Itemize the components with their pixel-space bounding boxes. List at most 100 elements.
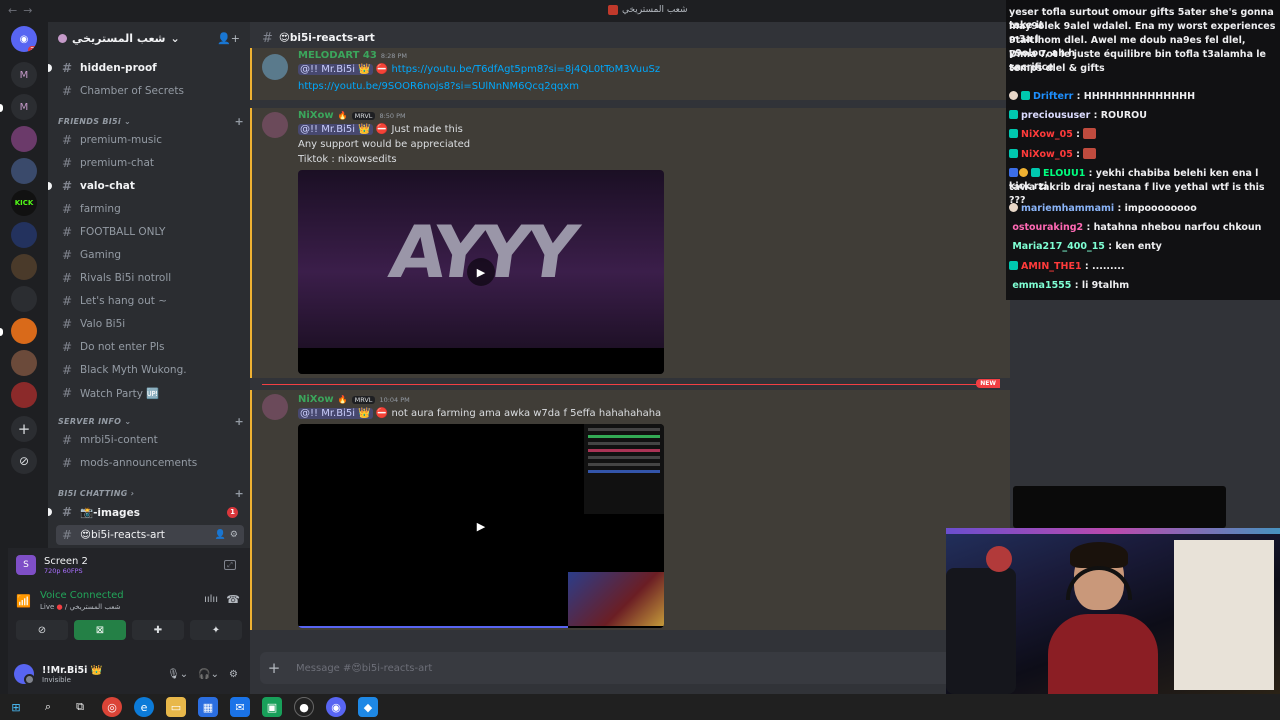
webcam-feed	[946, 528, 1280, 694]
hash-icon: #	[62, 84, 73, 98]
channel-hang-out[interactable]: # Let's hang out ~	[56, 291, 244, 311]
avatar[interactable]	[262, 54, 288, 80]
channel-premium-chat[interactable]: # premium-chat	[56, 153, 244, 173]
channel-do-not-enter[interactable]: # Do not enter Pls	[56, 337, 244, 357]
kick-server-icon[interactable]: KICK	[11, 190, 37, 216]
home-discord-icon[interactable]: ◉ 33	[11, 26, 37, 52]
popout-icon[interactable]: ⤢	[224, 560, 236, 570]
channel-black-myth[interactable]: # Black Myth Wukong.	[56, 360, 244, 380]
soundboard-button[interactable]: ✦	[190, 620, 242, 640]
channel-hidden-proof[interactable]: # hidden-proof	[48, 58, 244, 78]
app-icon[interactable]: ▣	[262, 697, 282, 717]
server-m2-icon[interactable]: M	[11, 94, 37, 120]
app-2-icon[interactable]: ◆	[358, 697, 378, 717]
server-tag[interactable]: MRVL	[351, 111, 376, 120]
play-icon[interactable]: ▶	[467, 258, 495, 286]
search-icon[interactable]: ⌕	[38, 697, 58, 717]
windows-start-icon[interactable]: ⊞	[6, 697, 26, 717]
chat-line: temps dlel & gifts	[1009, 63, 1105, 74]
video-embed[interactable]: AYYY ▶	[298, 170, 664, 374]
channel-watch-party[interactable]: # Watch Party 🆙	[56, 383, 244, 403]
server-avatar-8[interactable]: 1	[11, 382, 37, 408]
history-arrows[interactable]: ←→	[8, 4, 38, 17]
category-chatting[interactable]: BI5I CHATTING › +	[58, 486, 244, 500]
channel-images[interactable]: # 📸-images 1	[48, 502, 244, 522]
add-channel-icon[interactable]: +	[234, 487, 244, 500]
edge-icon[interactable]: e	[134, 697, 154, 717]
invite-icon[interactable]: 👤	[215, 530, 226, 540]
channel-valo-bi5i[interactable]: # Valo Bi5i	[56, 314, 244, 334]
category-server-info[interactable]: SERVER INFO ⌄ +	[58, 414, 244, 428]
server-tag[interactable]: MRVL	[351, 395, 376, 404]
avatar[interactable]	[262, 394, 288, 420]
server-avatar-6[interactable]	[11, 318, 37, 344]
voice-status[interactable]: Voice Connected	[40, 590, 124, 601]
server-avatar-2[interactable]	[11, 158, 37, 184]
channel-football-only[interactable]: # FOOTBALL ONLY	[56, 222, 244, 242]
file-explorer-icon[interactable]: ▭	[166, 697, 186, 717]
microphone-icon[interactable]: 🎙⌄	[167, 669, 188, 680]
author-name[interactable]: MELODART 43	[298, 50, 377, 61]
add-attachment-icon[interactable]: +	[260, 659, 288, 677]
channel-chamber-of-secrets[interactable]: # Chamber of Secrets	[56, 81, 244, 101]
video-progress[interactable]	[298, 626, 568, 628]
store-icon[interactable]: ▦	[198, 697, 218, 717]
avatar[interactable]	[14, 664, 35, 685]
channel-bi5i-reacts-art[interactable]: # 😍bi5i-reacts-art 👤 ⚙	[56, 525, 244, 545]
taskbar: ⊞ ⌕ ⧉ ◎ e ▭ ▦ ✉ ▣ ● ◉ ◆	[0, 694, 1280, 720]
server-avatar-1[interactable]	[11, 126, 37, 152]
camera-off-button[interactable]: ⊘	[16, 620, 68, 640]
play-icon[interactable]: ▶	[467, 512, 495, 540]
guild-name[interactable]: شعب المستريخي ⌄	[58, 32, 180, 45]
add-server-icon[interactable]: +	[11, 416, 37, 442]
screen-share-card[interactable]: S Screen 2 720p 60FPS ⤢	[12, 550, 244, 580]
signal-icon[interactable]: 📶	[16, 594, 31, 608]
unread-indicator	[48, 182, 52, 190]
server-avatar-4[interactable]	[11, 254, 37, 280]
server-avatar-5[interactable]	[11, 286, 37, 312]
headphones-icon[interactable]: 🎧⌄	[198, 669, 219, 680]
user-mention[interactable]: @!! Mr.Bi5i 👑	[298, 124, 373, 135]
user-panel[interactable]: !!Mr.Bi5i 👑 Invisible 🎙⌄ 🎧⌄ ⚙	[8, 654, 250, 694]
guild-header[interactable]: شعب المستريخي ⌄ 👤+	[48, 22, 250, 54]
channel-mrbi5i-content[interactable]: # mrbi5i-content	[56, 430, 244, 450]
author-name[interactable]: NiXow	[298, 394, 334, 405]
chevron-down-icon: ⌄	[170, 31, 180, 45]
chrome-icon[interactable]: ◎	[102, 697, 122, 717]
channel-valo-chat[interactable]: # valo-chat	[48, 176, 244, 196]
user-mention[interactable]: @!! Mr.Bi5i 👑	[298, 64, 373, 75]
channel-premium-music[interactable]: # premium-music	[56, 130, 244, 150]
youtube-link[interactable]: https://youtu.be/T6dfAgt5pm8?si=8j4QL0tT…	[391, 64, 660, 75]
video-webcam-thumb	[568, 572, 664, 626]
explore-icon[interactable]: ⊘	[11, 448, 37, 474]
author-name[interactable]: NiXow	[298, 110, 334, 121]
disconnect-icon[interactable]: ☎	[226, 593, 240, 606]
video-embed[interactable]: ▶	[298, 424, 664, 628]
message-input[interactable]	[296, 662, 896, 674]
server-avatar-3[interactable]	[11, 222, 37, 248]
gear-icon[interactable]: ⚙	[229, 669, 238, 680]
channel-farming[interactable]: # farming	[56, 199, 244, 219]
add-channel-icon[interactable]: +	[234, 415, 244, 428]
obs-icon[interactable]: ●	[294, 697, 314, 717]
channel-gaming[interactable]: # Gaming	[56, 245, 244, 265]
discord-icon[interactable]: ◉	[326, 697, 346, 717]
task-view-icon[interactable]: ⧉	[70, 697, 90, 717]
badge-icon	[1009, 91, 1018, 100]
activities-button[interactable]: ✚	[132, 620, 184, 640]
server-m-icon[interactable]: M	[11, 62, 37, 88]
screen-share-button[interactable]: ⊠	[74, 620, 126, 640]
channel-mods-announcements[interactable]: # mods-announcements	[56, 453, 244, 473]
server-indicator	[0, 104, 3, 112]
gear-icon[interactable]: ⚙	[230, 530, 238, 540]
mail-icon[interactable]: ✉	[230, 697, 250, 717]
noise-suppression-icon[interactable]: ıılıı	[204, 594, 218, 605]
category-friends[interactable]: FRIENDS BI5i ⌄ +	[58, 114, 244, 128]
server-avatar-7[interactable]	[11, 350, 37, 376]
channel-rivals[interactable]: # Rivals Bi5i notroll	[56, 268, 244, 288]
youtube-link[interactable]: https://youtu.be/9SOOR6nojs8?si=SUlNnNM6…	[298, 81, 579, 92]
add-channel-icon[interactable]: +	[234, 115, 244, 128]
avatar[interactable]	[262, 112, 288, 138]
user-mention[interactable]: @!! Mr.Bi5i 👑	[298, 408, 373, 419]
invite-icon[interactable]: 👤+	[217, 32, 240, 45]
